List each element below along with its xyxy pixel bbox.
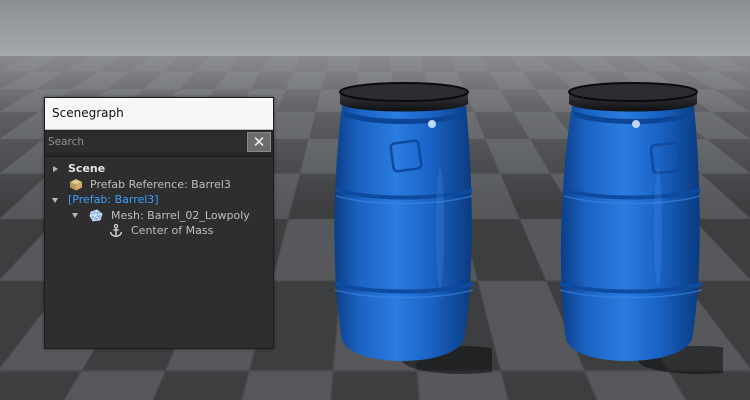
tree-item-mesh[interactable]: Mesh: Barrel_02_Lowpoly	[45, 208, 273, 224]
search-bar: ✕	[45, 130, 273, 157]
panel-title: Scenegraph	[45, 98, 273, 130]
tree-item-label: Scene	[68, 162, 106, 175]
collapse-arrow-icon[interactable]	[52, 197, 58, 203]
scene-tree: Scene Prefab Reference: Barrel3 [Prefab:…	[45, 157, 273, 239]
tree-item-prefab-root[interactable]: [Prefab: Barrel3]	[45, 192, 273, 208]
expand-arrow-icon[interactable]	[53, 165, 58, 172]
clear-search-button[interactable]: ✕	[247, 132, 271, 152]
mesh-icon	[89, 209, 103, 221]
tree-item-label: Center of Mass	[131, 224, 214, 237]
tree-item-label: [Prefab: Barrel3]	[68, 193, 159, 206]
tree-item-center-of-mass[interactable]: Center of Mass	[45, 223, 273, 239]
barrel-object[interactable]	[322, 78, 492, 378]
tree-item-label: Prefab Reference: Barrel3	[90, 177, 231, 191]
tree-item-scene[interactable]: Scene	[45, 161, 273, 177]
sky-background	[0, 0, 750, 60]
tree-item-label: Mesh: Barrel_02_Lowpoly	[111, 208, 250, 222]
barrel-object[interactable]	[548, 78, 723, 378]
box-icon	[70, 178, 82, 190]
anchor-icon	[109, 224, 123, 237]
close-icon: ✕	[252, 133, 266, 151]
collapse-arrow-icon[interactable]	[72, 213, 78, 218]
search-input[interactable]	[46, 132, 246, 152]
scenegraph-panel: Scenegraph ✕ Scene Prefab Reference: Bar…	[44, 97, 274, 349]
tree-item-prefab-reference[interactable]: Prefab Reference: Barrel3	[45, 177, 273, 193]
